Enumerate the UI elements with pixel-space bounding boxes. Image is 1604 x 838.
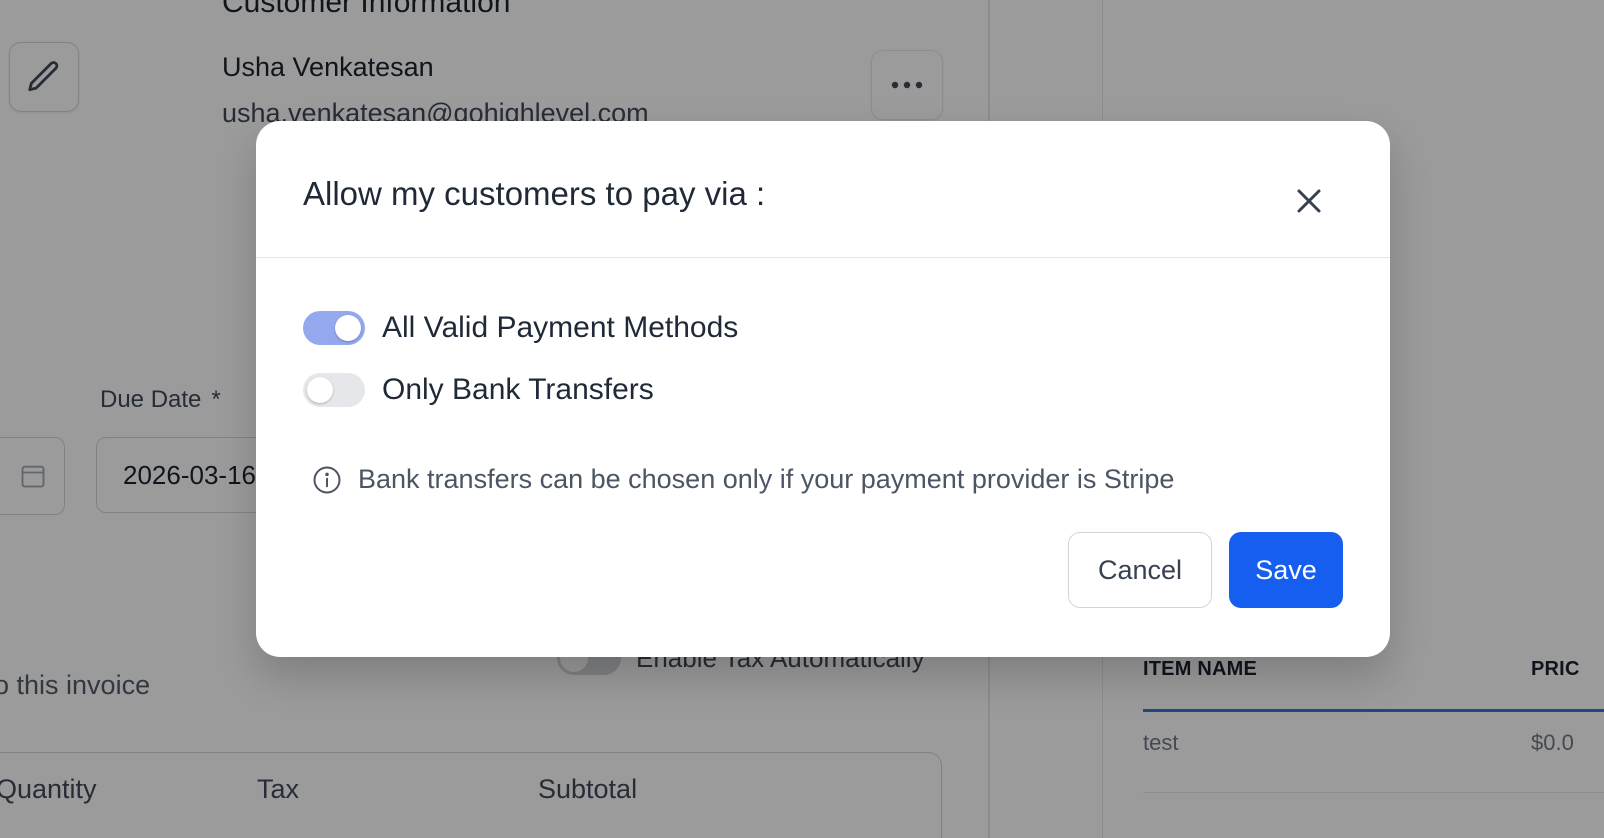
toggle-knob [335, 315, 361, 341]
info-note: Bank transfers can be chosen only if you… [312, 464, 1174, 495]
all-valid-payment-methods-toggle[interactable] [303, 311, 365, 345]
info-icon [313, 466, 341, 493]
close-modal-button[interactable] [1289, 181, 1329, 221]
cancel-button[interactable]: Cancel [1068, 532, 1212, 608]
invoice-page: Customer Information Usha Venkatesan ush… [0, 0, 1604, 838]
modal-title: Allow my customers to pay via : [303, 175, 766, 212]
all-valid-payment-methods-label: All Valid Payment Methods [382, 311, 739, 344]
info-text: Bank transfers can be chosen only if you… [358, 464, 1175, 494]
option-all-valid-payment-methods: All Valid Payment Methods [303, 308, 738, 348]
close-icon [1297, 189, 1321, 213]
modal-header-divider [256, 257, 1390, 258]
save-button[interactable]: Save [1229, 532, 1343, 608]
only-bank-transfers-label: Only Bank Transfers [382, 373, 654, 406]
payment-methods-modal: Allow my customers to pay via : All Vali… [256, 121, 1390, 657]
toggle-knob [307, 377, 333, 403]
option-only-bank-transfers: Only Bank Transfers [303, 370, 654, 410]
only-bank-transfers-toggle[interactable] [303, 373, 365, 407]
